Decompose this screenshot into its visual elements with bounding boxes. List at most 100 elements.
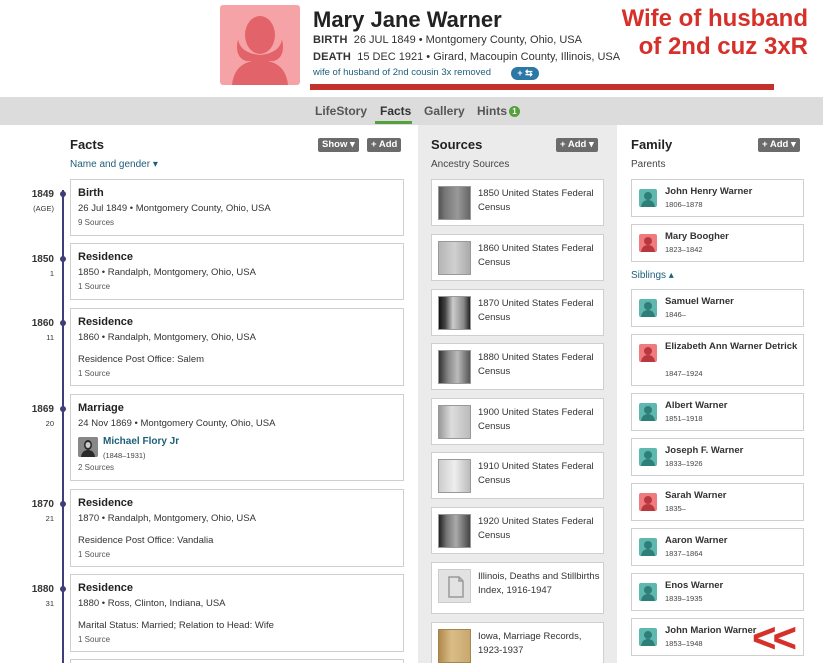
fact-detail: 24 Nov 1869 • Montgomery County, Ohio, U… bbox=[78, 418, 276, 429]
add-source-button[interactable]: + Add ▾ bbox=[556, 138, 598, 152]
source-card[interactable]: 1870 United States Federal Census bbox=[431, 289, 604, 336]
show-button[interactable]: Show ▾ bbox=[318, 138, 359, 152]
spouse-name-link[interactable]: Michael Flory Jr bbox=[103, 436, 179, 447]
timeline-year: 1880 bbox=[31, 584, 54, 595]
male-avatar-icon bbox=[639, 628, 657, 646]
birth-value: 26 JUL 1849 • Montgomery County, Ohio, U… bbox=[353, 34, 582, 46]
source-card[interactable]: 1900 United States Federal Census bbox=[431, 398, 604, 445]
timeline-dot bbox=[60, 320, 66, 326]
fact-extra-detail: Residence Post Office: Vandalia bbox=[78, 535, 214, 546]
relationship-path-button[interactable]: + ⇆ bbox=[511, 67, 539, 80]
tab-hints[interactable]: Hints bbox=[477, 104, 507, 118]
source-title: 1910 United States Federal Census bbox=[478, 461, 594, 486]
birth-label: BIRTH bbox=[313, 34, 348, 46]
person-header: Mary Jane Warner BIRTH 26 JUL 1849 • Mon… bbox=[0, 0, 823, 97]
fact-sources-count[interactable]: 9 Sources bbox=[78, 218, 114, 227]
family-member-dates: 1837–1864 bbox=[665, 549, 703, 558]
family-member-dates: 1839–1935 bbox=[665, 594, 703, 603]
facts-heading: Facts bbox=[70, 137, 104, 152]
family-member-name: Samuel Warner bbox=[665, 296, 734, 307]
fact-detail: 1860 • Randalph, Montgomery, Ohio, USA bbox=[78, 332, 256, 343]
person-photo-icon bbox=[78, 437, 98, 457]
ancestry-sources-label: Ancestry Sources bbox=[431, 159, 510, 170]
family-member-card[interactable]: Enos Warner 1839–1935 bbox=[631, 573, 804, 611]
family-member-dates: 1833–1926 bbox=[665, 459, 703, 468]
timeline-year: 1850 bbox=[31, 254, 54, 265]
source-card[interactable]: 1880 United States Federal Census bbox=[431, 343, 604, 390]
timeline-dot bbox=[60, 191, 66, 197]
family-member-dates: 1851–1918 bbox=[665, 414, 703, 423]
fact-card-residence[interactable]: Residence 1860 • Randalph, Montgomery, O… bbox=[70, 308, 404, 386]
family-member-dates: 1823–1842 bbox=[665, 245, 703, 254]
timeline-age: 31 bbox=[45, 599, 54, 608]
source-title: 1870 United States Federal Census bbox=[478, 298, 594, 323]
source-card[interactable]: Iowa, Marriage Records, 1923-1937 bbox=[431, 622, 604, 663]
male-avatar-icon bbox=[639, 538, 657, 556]
timeline-age: 21 bbox=[45, 514, 54, 523]
fact-detail: 1870 • Randalph, Montgomery, Ohio, USA bbox=[78, 513, 256, 524]
birth-info: BIRTH 26 JUL 1849 • Montgomery County, O… bbox=[313, 34, 582, 46]
family-member-card[interactable]: Albert Warner 1851–1918 bbox=[631, 393, 804, 431]
family-member-name: Elizabeth Ann Warner Detrick bbox=[665, 341, 798, 352]
source-card[interactable]: Illinois, Deaths and Stillbirths Index, … bbox=[431, 562, 604, 614]
male-avatar-icon bbox=[639, 448, 657, 466]
fact-title: Birth bbox=[78, 187, 104, 199]
fact-card-residence[interactable]: Residence 1880 • Ross, Clinton, Indiana,… bbox=[70, 574, 404, 652]
family-member-card[interactable]: Sarah Warner 1835– bbox=[631, 483, 804, 521]
family-member-card[interactable]: Mary Boogher 1823–1842 bbox=[631, 224, 804, 262]
person-name: Mary Jane Warner bbox=[313, 7, 502, 32]
spouse-photo[interactable] bbox=[78, 437, 98, 457]
family-member-card[interactable]: Samuel Warner 1846– bbox=[631, 289, 804, 327]
male-avatar-icon bbox=[639, 189, 657, 207]
tab-facts[interactable]: Facts bbox=[380, 104, 411, 118]
fact-card-partial[interactable] bbox=[70, 659, 404, 663]
fact-card-birth[interactable]: Birth 26 Jul 1849 • Montgomery County, O… bbox=[70, 179, 404, 236]
timeline-age: (AGE) bbox=[33, 204, 54, 213]
name-and-gender-link[interactable]: Name and gender ▾ bbox=[70, 159, 158, 170]
fact-sources-count[interactable]: 1 Source bbox=[78, 282, 110, 291]
family-member-dates: 1853–1948 bbox=[665, 639, 703, 648]
document-icon bbox=[438, 569, 471, 603]
source-title: 1900 United States Federal Census bbox=[478, 407, 594, 432]
fact-title: Residence bbox=[78, 251, 134, 263]
male-avatar-icon bbox=[639, 403, 657, 421]
fact-title: Residence bbox=[78, 316, 134, 328]
marriage-record-thumbnail bbox=[438, 629, 471, 663]
family-member-name: Sarah Warner bbox=[665, 490, 727, 501]
fact-sources-count[interactable]: 1 Source bbox=[78, 635, 110, 644]
family-member-card[interactable]: Aaron Warner 1837–1864 bbox=[631, 528, 804, 566]
fact-detail: 1880 • Ross, Clinton, Indiana, USA bbox=[78, 598, 226, 609]
fact-sources-count[interactable]: 1 Source bbox=[78, 550, 110, 559]
annotation-underline bbox=[310, 84, 774, 90]
tab-gallery[interactable]: Gallery bbox=[424, 104, 465, 118]
family-member-card[interactable]: John Henry Warner 1806–1878 bbox=[631, 179, 804, 217]
female-avatar-icon bbox=[639, 234, 657, 252]
profile-photo-placeholder[interactable] bbox=[220, 5, 300, 85]
fact-title: Marriage bbox=[78, 402, 124, 414]
fact-card-residence[interactable]: Residence 1850 • Randalph, Montgomery, O… bbox=[70, 243, 404, 300]
relationship-link[interactable]: wife of husband of 2nd cousin 3x removed bbox=[313, 67, 491, 78]
add-fact-button[interactable]: + Add bbox=[367, 138, 402, 152]
source-card[interactable]: 1860 United States Federal Census bbox=[431, 234, 604, 281]
timeline-age: 11 bbox=[46, 333, 54, 342]
female-avatar-icon bbox=[639, 344, 657, 362]
tab-lifestory[interactable]: LifeStory bbox=[315, 104, 367, 118]
fact-card-residence[interactable]: Residence 1870 • Randalph, Montgomery, O… bbox=[70, 489, 404, 567]
siblings-toggle[interactable]: Siblings ▴ bbox=[631, 270, 674, 281]
fact-detail: 26 Jul 1849 • Montgomery County, Ohio, U… bbox=[78, 203, 271, 214]
source-card[interactable]: 1910 United States Federal Census bbox=[431, 452, 604, 499]
fact-sources-count[interactable]: 1 Source bbox=[78, 369, 110, 378]
family-member-card[interactable]: Joseph F. Warner 1833–1926 bbox=[631, 438, 804, 476]
source-card[interactable]: 1850 United States Federal Census bbox=[431, 179, 604, 226]
fact-extra-detail: Marital Status: Married; Relation to Hea… bbox=[78, 620, 274, 631]
source-title: 1880 United States Federal Census bbox=[478, 352, 594, 377]
fact-card-marriage[interactable]: Marriage 24 Nov 1869 • Montgomery County… bbox=[70, 394, 404, 481]
family-member-card[interactable]: Elizabeth Ann Warner Detrick 1847–1924 bbox=[631, 334, 804, 386]
census-document-thumbnail bbox=[438, 405, 471, 439]
source-card[interactable]: 1920 United States Federal Census bbox=[431, 507, 604, 554]
add-family-button[interactable]: + Add ▾ bbox=[758, 138, 800, 152]
fact-detail: 1850 • Randalph, Montgomery, Ohio, USA bbox=[78, 267, 256, 278]
fact-sources-count[interactable]: 2 Sources bbox=[78, 463, 114, 472]
family-member-name: Joseph F. Warner bbox=[665, 445, 744, 456]
fact-title: Residence bbox=[78, 582, 134, 594]
